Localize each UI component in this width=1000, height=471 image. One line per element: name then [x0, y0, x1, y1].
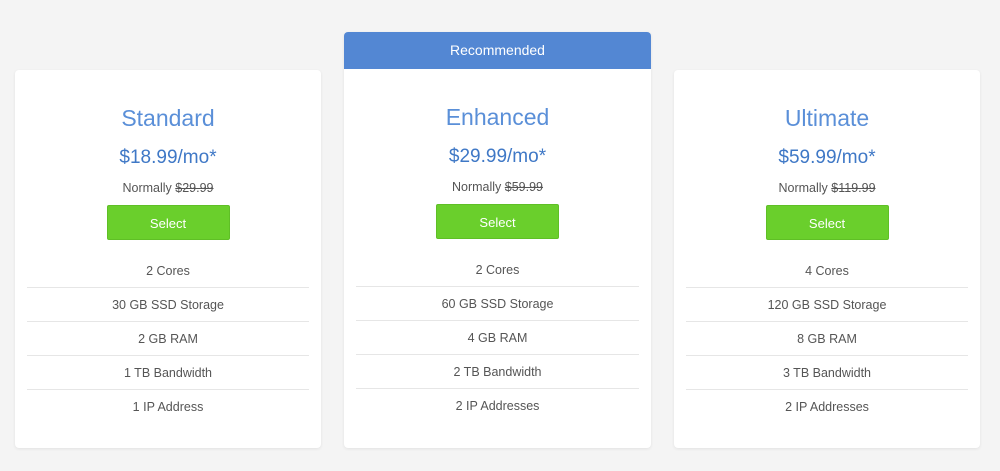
normal-price: Normally $119.99: [674, 179, 980, 197]
plan-body: Standard $18.99/mo* Normally $29.99 Sele…: [15, 103, 321, 424]
old-price: $59.99: [504, 180, 544, 194]
old-price: $29.99: [175, 181, 214, 195]
plan-price: $18.99/mo*: [119, 147, 217, 168]
plan-card-enhanced: Recommended Enhanced $29.99/mo* Normally…: [344, 32, 651, 448]
feature-ip-address: 2 IP Addresses: [785, 400, 869, 414]
plan-card-ultimate: Ultimate $59.99/mo* Normally $119.99 Sel…: [674, 70, 980, 448]
plan-card-standard: Standard $18.99/mo* Normally $29.99 Sele…: [15, 70, 321, 448]
plan-body: Ultimate $59.99/mo* Normally $119.99 Sel…: [674, 103, 980, 424]
feature-storage: 60 GB SSD Storage: [356, 287, 639, 321]
feature-ip-address: 1 IP Address: [132, 400, 204, 414]
plan-name: Standard: [121, 105, 215, 131]
select-button-ultimate[interactable]: Select: [765, 205, 889, 240]
feature-ram: 4 GB RAM: [356, 321, 639, 355]
normally-label: Normally: [451, 180, 502, 194]
normally-label: Normally: [778, 181, 828, 195]
feature-list: 2 Cores 60 GB SSD Storage 4 GB RAM 2 TB …: [356, 253, 639, 423]
plan-body: Enhanced $29.99/mo* Normally $59.99 Sele…: [344, 102, 651, 423]
feature-cores: 4 Cores: [686, 254, 968, 288]
feature-cores: 2 Cores: [356, 253, 639, 287]
feature-ip-address: 2 IP Addresses: [455, 399, 540, 413]
normally-label: Normally: [122, 181, 172, 195]
feature-bandwidth: 2 TB Bandwidth: [356, 355, 639, 389]
normal-price: Normally $59.99: [344, 178, 651, 196]
plan-name: Enhanced: [445, 104, 550, 130]
plan-price: $29.99/mo*: [448, 146, 547, 167]
feature-ram: 8 GB RAM: [686, 322, 968, 356]
select-button-standard[interactable]: Select: [106, 205, 230, 240]
select-button-enhanced[interactable]: Select: [436, 204, 559, 239]
feature-cores: 2 Cores: [27, 254, 309, 288]
normal-price: Normally $29.99: [15, 179, 321, 197]
plan-name: Ultimate: [784, 105, 870, 131]
plan-price: $59.99/mo*: [778, 147, 876, 168]
feature-bandwidth: 1 TB Bandwidth: [27, 356, 309, 390]
recommended-banner: Recommended: [344, 32, 651, 69]
old-price: $119.99: [831, 181, 876, 195]
feature-ram: 2 GB RAM: [27, 322, 309, 356]
feature-list: 2 Cores 30 GB SSD Storage 2 GB RAM 1 TB …: [27, 254, 309, 424]
feature-storage: 30 GB SSD Storage: [27, 288, 309, 322]
feature-list: 4 Cores 120 GB SSD Storage 8 GB RAM 3 TB…: [686, 254, 968, 424]
feature-bandwidth: 3 TB Bandwidth: [686, 356, 968, 390]
feature-storage: 120 GB SSD Storage: [686, 288, 968, 322]
